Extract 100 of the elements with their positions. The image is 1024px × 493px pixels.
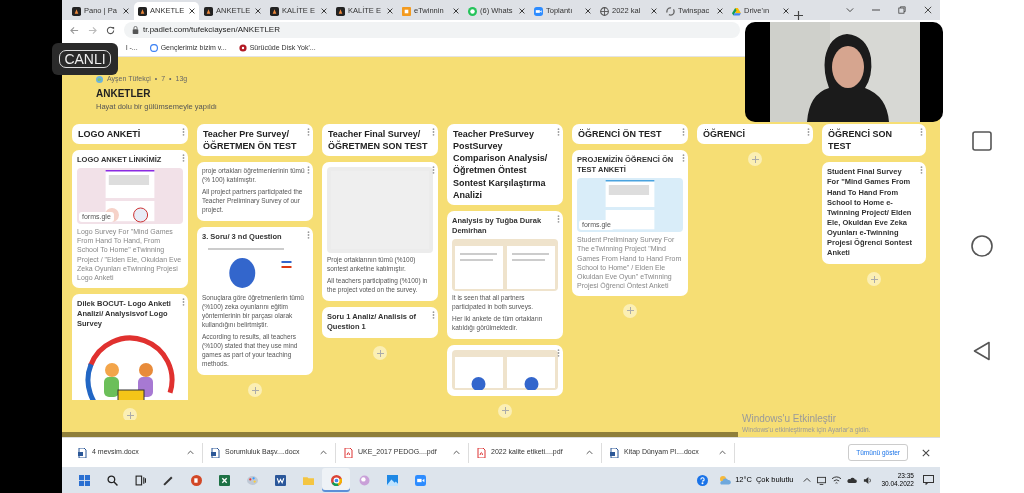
- site-icon: [534, 6, 543, 16]
- search-icon: [106, 474, 118, 486]
- wifi-icon[interactable]: [832, 475, 842, 485]
- close-icon[interactable]: [255, 8, 261, 14]
- plus-icon: [751, 155, 759, 163]
- more-icon[interactable]: [920, 166, 923, 175]
- plus-icon: [626, 307, 634, 315]
- more-icon[interactable]: [307, 128, 310, 136]
- help-icon[interactable]: [697, 474, 709, 486]
- add-post-button[interactable]: [623, 303, 637, 318]
- plus-icon: [870, 275, 878, 283]
- column-header: Teacher Pre Survey/ ÖĞRETMEN ÖN TEST: [197, 124, 313, 157]
- browser-icon: [330, 474, 342, 486]
- add-post-button[interactable]: [498, 403, 512, 418]
- close-icon[interactable]: [189, 8, 195, 14]
- speaker-icon[interactable]: [863, 475, 873, 485]
- site-icon: [138, 6, 147, 16]
- monitor-icon[interactable]: [817, 475, 827, 485]
- close-icon[interactable]: [783, 8, 789, 14]
- document-icon: [211, 447, 220, 458]
- close-icon[interactable]: [387, 8, 393, 14]
- add-post-button[interactable]: [123, 408, 137, 420]
- minimize-icon[interactable]: [872, 6, 880, 14]
- plus-icon: [251, 386, 259, 394]
- new-tab-icon[interactable]: [794, 11, 803, 20]
- caret-icon: [586, 450, 593, 455]
- notification-icon[interactable]: [923, 475, 934, 485]
- home-icon[interactable]: [971, 235, 993, 257]
- more-icon[interactable]: [432, 311, 435, 320]
- back-icon[interactable]: [973, 341, 991, 361]
- close-icon[interactable]: [717, 8, 723, 14]
- more-icon[interactable]: [920, 128, 923, 136]
- address-field[interactable]: tr.padlet.com/tufekciaysen/ANKETLER: [124, 22, 740, 38]
- column-header: Teacher Final Survey/ ÖĞRETMEN SON TEST: [322, 124, 438, 157]
- add-post-button[interactable]: [373, 346, 387, 361]
- more-icon[interactable]: [307, 166, 310, 175]
- close-icon[interactable]: [924, 6, 932, 14]
- close-icon[interactable]: [585, 8, 591, 14]
- caret-icon: [320, 450, 327, 455]
- more-icon[interactable]: [432, 128, 435, 136]
- chevron-up-icon[interactable]: [803, 477, 812, 483]
- site-icon: [72, 6, 81, 16]
- live-badge: CANLI: [52, 43, 118, 75]
- recent-apps-icon[interactable]: [972, 131, 992, 151]
- activation-title: Windows'u Etkinleştir: [742, 413, 838, 426]
- more-icon[interactable]: [807, 128, 810, 136]
- app-icon: [358, 474, 370, 486]
- more-icon[interactable]: [182, 128, 185, 136]
- plus-icon: [126, 411, 134, 419]
- scrollbar[interactable]: [62, 432, 738, 437]
- video-camera-icon: [414, 474, 426, 486]
- close-icon[interactable]: [651, 8, 657, 14]
- site-icon: [666, 6, 675, 16]
- more-icon[interactable]: [307, 231, 310, 240]
- close-icon[interactable]: [519, 8, 525, 14]
- document-icon: [344, 447, 353, 458]
- more-icon[interactable]: [182, 297, 185, 306]
- add-post-button[interactable]: [867, 272, 881, 287]
- restore-icon[interactable]: [898, 6, 906, 14]
- site-icon: [402, 6, 411, 16]
- column-header: ÖĞRENCİ: [697, 124, 813, 145]
- document-icon: [610, 447, 619, 458]
- chevron-down-icon[interactable]: [846, 6, 854, 14]
- more-icon[interactable]: [182, 154, 185, 163]
- document-icon: [477, 447, 486, 458]
- site-icon: [238, 44, 247, 52]
- close-icon[interactable]: [922, 448, 930, 457]
- caret-icon: [719, 450, 726, 455]
- cloud-icon[interactable]: [847, 476, 858, 484]
- site-icon: [336, 6, 345, 16]
- more-icon[interactable]: [432, 166, 435, 175]
- image-icon: [386, 474, 398, 486]
- close-icon[interactable]: [321, 8, 327, 14]
- avatar-icon: [96, 75, 103, 83]
- caret-icon: [187, 450, 194, 455]
- close-icon[interactable]: [123, 8, 129, 14]
- plus-icon: [376, 349, 384, 357]
- add-post-button[interactable]: [248, 383, 262, 397]
- cloud-icon: [718, 475, 732, 485]
- site-icon: [204, 6, 213, 16]
- plus-icon: [501, 407, 509, 415]
- more-icon[interactable]: [682, 154, 685, 163]
- forward-icon[interactable]: [88, 25, 97, 35]
- more-icon[interactable]: [557, 128, 560, 136]
- palette-icon: [246, 474, 258, 486]
- site-icon: [600, 6, 609, 16]
- add-post-button[interactable]: [748, 152, 762, 167]
- start-icon: [78, 474, 90, 486]
- folder-icon: [302, 474, 314, 486]
- more-icon[interactable]: [682, 128, 685, 136]
- column-header: ÖĞRENCİ ÖN TEST: [572, 124, 688, 145]
- document-app-icon: [274, 474, 286, 486]
- close-icon[interactable]: [453, 8, 459, 14]
- reload-icon[interactable]: [106, 25, 115, 35]
- site-icon: [270, 6, 279, 16]
- more-icon[interactable]: [557, 348, 560, 357]
- more-icon[interactable]: [557, 214, 560, 223]
- presentation-app-icon: [190, 474, 202, 486]
- spreadsheet-app-icon: [218, 474, 230, 486]
- column-header: ÖĞRENCİ SON TEST: [822, 124, 926, 157]
